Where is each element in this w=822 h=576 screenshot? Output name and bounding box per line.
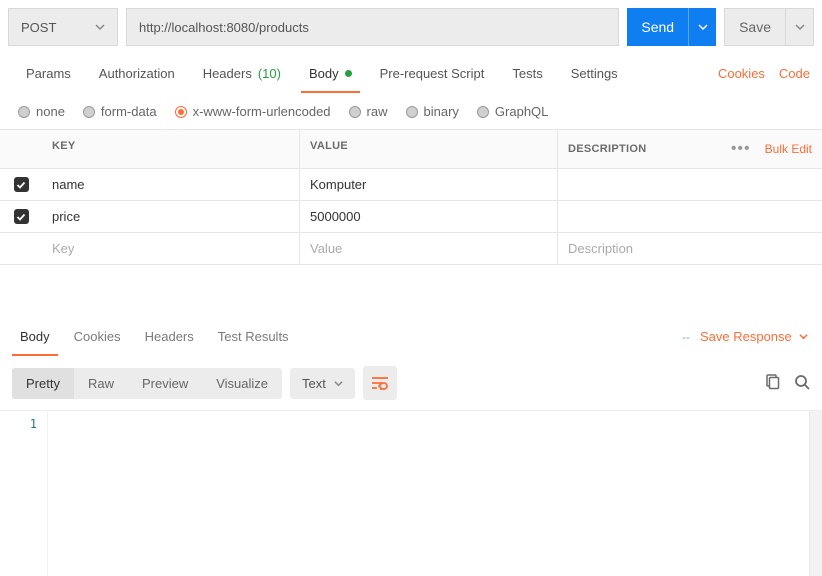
value-input[interactable] <box>310 177 547 192</box>
request-bar: POST Send Save <box>0 0 822 54</box>
radio-icon <box>406 106 418 118</box>
chevron-down-icon <box>795 22 805 32</box>
response-section: Body Cookies Headers Test Results -- Sav… <box>0 316 822 576</box>
headers-count: (10) <box>258 66 281 81</box>
row-checkbox[interactable] <box>14 177 29 192</box>
code-link[interactable]: Code <box>779 66 810 81</box>
chevron-down-icon <box>334 379 343 388</box>
save-button[interactable]: Save <box>724 8 786 46</box>
radio-form-data[interactable]: form-data <box>83 104 157 119</box>
wrap-lines-button[interactable] <box>363 366 397 400</box>
lang-select[interactable]: Text <box>290 368 355 399</box>
save-button-group: Save <box>724 8 814 46</box>
radio-binary[interactable]: binary <box>406 104 459 119</box>
tab-tests[interactable]: Tests <box>498 54 556 93</box>
chevron-down-icon <box>799 332 808 341</box>
response-tabs: Body Cookies Headers Test Results -- Sav… <box>0 317 822 356</box>
response-status: -- <box>682 330 690 344</box>
desc-input[interactable] <box>568 177 812 192</box>
check-icon <box>16 180 26 190</box>
send-button[interactable]: Send <box>627 8 688 46</box>
method-label: POST <box>21 20 56 35</box>
save-response-link[interactable]: Save Response <box>700 329 808 344</box>
copy-icon <box>764 374 780 390</box>
url-input[interactable] <box>126 8 619 46</box>
rtab-headers[interactable]: Headers <box>133 317 206 356</box>
method-select[interactable]: POST <box>8 8 118 46</box>
kv-header-row: KEY VALUE DESCRIPTION ••• Bulk Edit <box>0 130 822 169</box>
tab-body[interactable]: Body <box>295 54 366 93</box>
dirty-dot-icon <box>345 70 352 77</box>
code-area[interactable] <box>48 411 822 576</box>
check-icon <box>16 212 26 222</box>
radio-icon <box>18 106 30 118</box>
tab-headers[interactable]: Headers (10) <box>189 54 295 93</box>
response-editor: 1 <box>0 410 822 576</box>
view-pretty[interactable]: Pretty <box>12 368 74 399</box>
radio-icon <box>175 106 187 118</box>
tab-authorization[interactable]: Authorization <box>85 54 189 93</box>
kv-options-icon[interactable]: ••• <box>731 140 751 158</box>
line-gutter: 1 <box>0 411 48 576</box>
tab-prerequest[interactable]: Pre-request Script <box>366 54 499 93</box>
request-tabs: Params Authorization Headers (10) Body P… <box>0 54 822 94</box>
kv-head-value: VALUE <box>300 130 558 168</box>
bulk-edit-link[interactable]: Bulk Edit <box>765 142 812 156</box>
view-preview[interactable]: Preview <box>128 368 202 399</box>
view-mode-segment: Pretty Raw Preview Visualize <box>12 368 282 399</box>
radio-raw[interactable]: raw <box>349 104 388 119</box>
kv-head-desc: DESCRIPTION <box>568 143 646 155</box>
kv-table: KEY VALUE DESCRIPTION ••• Bulk Edit <box>0 129 822 265</box>
table-row-new <box>0 233 822 265</box>
desc-input[interactable] <box>568 241 812 256</box>
response-toolbar: Pretty Raw Preview Visualize Text <box>0 356 822 410</box>
radio-icon <box>83 106 95 118</box>
search-icon <box>794 374 810 390</box>
desc-input[interactable] <box>568 209 812 224</box>
rtab-body[interactable]: Body <box>8 317 62 356</box>
kv-head-key: KEY <box>42 130 300 168</box>
rtab-test-results[interactable]: Test Results <box>206 317 301 356</box>
radio-icon <box>477 106 489 118</box>
tabs-right-links: Cookies Code <box>718 66 810 81</box>
radio-none[interactable]: none <box>18 104 65 119</box>
tab-params[interactable]: Params <box>12 54 85 93</box>
key-input[interactable] <box>52 177 289 192</box>
radio-urlencoded[interactable]: x-www-form-urlencoded <box>175 104 331 119</box>
radio-graphql[interactable]: GraphQL <box>477 104 548 119</box>
view-raw[interactable]: Raw <box>74 368 128 399</box>
send-button-group: Send <box>627 8 716 46</box>
rtab-cookies[interactable]: Cookies <box>62 317 133 356</box>
cookies-link[interactable]: Cookies <box>718 66 765 81</box>
key-input[interactable] <box>52 209 289 224</box>
save-options-button[interactable] <box>786 8 814 46</box>
send-options-button[interactable] <box>688 8 716 46</box>
chevron-down-icon <box>95 22 105 32</box>
line-number: 1 <box>10 417 37 431</box>
tab-settings[interactable]: Settings <box>557 54 632 93</box>
row-checkbox[interactable] <box>14 209 29 224</box>
radio-icon <box>349 106 361 118</box>
table-row <box>0 169 822 201</box>
copy-button[interactable] <box>764 374 780 393</box>
wrap-icon <box>371 375 389 391</box>
key-input[interactable] <box>52 241 289 256</box>
table-row <box>0 201 822 233</box>
chevron-down-icon <box>698 22 708 32</box>
search-button[interactable] <box>794 374 810 393</box>
body-type-row: none form-data x-www-form-urlencoded raw… <box>0 94 822 129</box>
value-input[interactable] <box>310 209 547 224</box>
view-visualize[interactable]: Visualize <box>202 368 282 399</box>
value-input[interactable] <box>310 241 547 256</box>
